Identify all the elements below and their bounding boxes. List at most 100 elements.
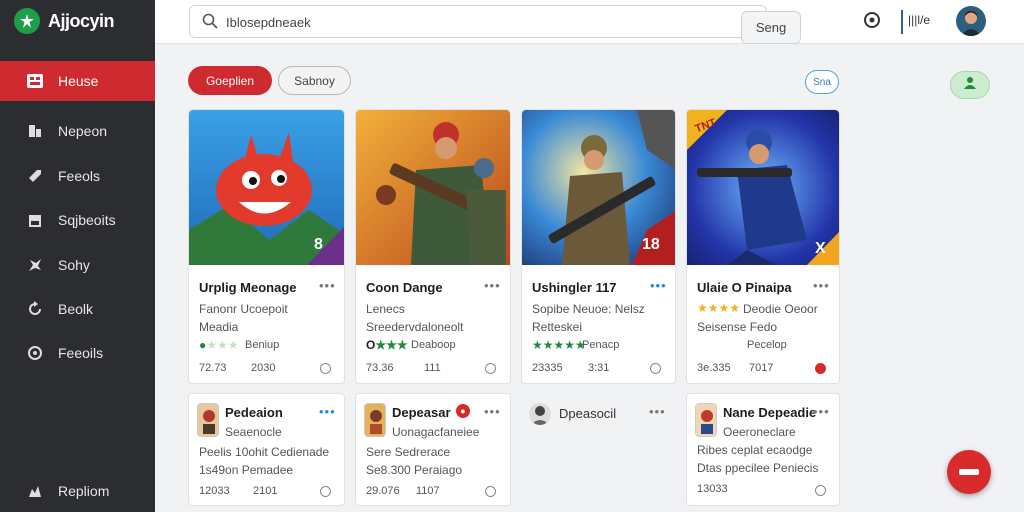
app-name: Ajjocyin: [48, 10, 115, 31]
search-input[interactable]: [226, 12, 696, 32]
rating-stars: ●★★★: [199, 338, 239, 352]
card-description: Ribes ceplat ecaodge: [697, 443, 813, 457]
game-cover-image[interactable]: [356, 110, 510, 265]
list-card[interactable]: Depeasar ● ••• Uonagacfaneiee Sere Sedre…: [355, 393, 511, 506]
sidebar-item-label: Sqjbeoits: [58, 212, 116, 228]
rating-stars: O★★★: [366, 338, 408, 352]
card-description: Sere Sedrerace: [366, 445, 451, 459]
floating-action-button[interactable]: [947, 450, 991, 494]
more-options-icon[interactable]: •••: [484, 404, 501, 419]
card-category: Meadia: [199, 320, 239, 334]
more-options-icon[interactable]: •••: [650, 278, 667, 293]
card-title[interactable]: Coon Dange: [366, 280, 443, 295]
filter-primary-button[interactable]: Goeplien: [188, 66, 272, 95]
more-options-icon[interactable]: •••: [813, 404, 830, 419]
card-title[interactable]: Pedeaion: [225, 405, 283, 420]
sidebar: Ajjocyin Heuse Nepeon Feeols Sqjbeoits S…: [0, 0, 155, 512]
list-card[interactable]: Pedeaion ••• Seaenocle Peelis 10ohit Ced…: [188, 393, 345, 506]
user-label[interactable]: |||l/e: [908, 13, 930, 27]
rating-label: Beniup: [245, 339, 280, 351]
search-box: Seng: [189, 5, 801, 44]
settings-icon: [26, 344, 44, 362]
info-icon[interactable]: [650, 363, 661, 374]
card-subtitle: Uonagacfaneiee: [392, 425, 480, 439]
sidebar-item-label: Feeoils: [58, 345, 104, 361]
card-meta-2: 3:31: [588, 362, 610, 374]
sidebar-item-beolk[interactable]: Beolk: [0, 289, 155, 329]
card-title[interactable]: Urplig Meonage: [199, 280, 297, 295]
sidebar-item-sqjbeoits[interactable]: Sqjbeoits: [0, 200, 155, 240]
alert-icon[interactable]: [815, 363, 826, 374]
card-meta-2: 2030: [251, 362, 276, 374]
card-meta-2: 111: [424, 362, 441, 374]
card-subtitle: Lenecs: [366, 302, 405, 316]
more-options-icon[interactable]: •••: [813, 278, 830, 293]
game-card[interactable]: 18 Ushingler 117 ••• Sopibe Neuoe: Nelsz…: [521, 109, 676, 384]
card-thumbnail: [695, 403, 717, 437]
game-card[interactable]: Coon Dange ••• Lenecs Sreedervdaloneolt …: [355, 109, 511, 384]
card-thumbnail: [364, 403, 386, 437]
list-card[interactable]: Nane Depeadie ••• Oeeroneclare Ribes cep…: [686, 393, 840, 506]
card-title[interactable]: Ushingler 117: [532, 280, 617, 295]
card-detail: 1s49on Pemadee: [199, 463, 294, 477]
notification-icon[interactable]: [863, 11, 881, 34]
sidebar-item-label: Beolk: [58, 301, 94, 317]
more-options-icon[interactable]: •••: [319, 278, 336, 293]
card-thumbnail: [197, 403, 219, 437]
search-button[interactable]: Seng: [741, 11, 801, 44]
card-meta-1: 29.076: [366, 485, 400, 497]
card-description: Peelis 10ohit Cedienade: [199, 445, 330, 459]
sidebar-item-nepeon[interactable]: Nepeon: [0, 111, 155, 151]
card-category: Retteskei: [532, 320, 583, 334]
notification-badge-icon: ●: [456, 404, 470, 418]
top-bar: Seng |||l/e: [155, 0, 1024, 44]
info-icon[interactable]: [320, 363, 331, 374]
card-title[interactable]: Dpeasocil: [559, 406, 616, 421]
badge: 18: [642, 236, 660, 253]
user-icon: [963, 76, 977, 95]
card-subtitle: Sopibe Neuoe: Nelsz: [532, 302, 645, 316]
badge: X: [815, 240, 826, 257]
card-meta-1: 12033: [199, 485, 230, 497]
search-icon: [202, 13, 218, 34]
app-logo[interactable]: Ajjocyin: [14, 6, 115, 36]
card-title[interactable]: Depeasar: [392, 405, 451, 420]
info-icon[interactable]: [815, 485, 826, 496]
card-detail: Dtas ppecilee Peniecis: [697, 461, 819, 475]
sidebar-item-feeoils[interactable]: Feeoils: [0, 333, 155, 373]
user-group-button[interactable]: [950, 71, 990, 99]
card-title[interactable]: Nane Depeadie: [723, 405, 816, 420]
sidebar-item-label: Heuse: [58, 73, 99, 89]
sidebar-item-repliom[interactable]: Repliom: [0, 471, 155, 511]
divider: [901, 10, 903, 34]
chart-icon: [26, 122, 44, 140]
game-card[interactable]: 8 Urplig Meonage ••• Fanonr Ucoepoit Mea…: [188, 109, 345, 384]
card-meta-1: 73.36: [366, 362, 394, 374]
card-subtitle: Seaenocle: [225, 425, 282, 439]
info-icon[interactable]: [485, 363, 496, 374]
card-category: Sreedervdaloneolt: [366, 320, 464, 334]
list-item[interactable]: Dpeasocil •••: [521, 393, 676, 506]
filter-secondary-button[interactable]: Sabnoy: [278, 66, 351, 95]
card-detail: Se8.300 Peraiago: [366, 463, 463, 477]
info-icon[interactable]: [485, 486, 496, 497]
chat-badge[interactable]: Sna: [805, 70, 839, 94]
rating-label: Penacp: [582, 339, 620, 351]
sidebar-item-home[interactable]: Heuse: [0, 61, 155, 101]
minus-icon: [959, 469, 979, 475]
avatar[interactable]: [956, 6, 986, 36]
more-options-icon[interactable]: •••: [649, 404, 666, 419]
card-category: Seisense Fedo: [697, 320, 778, 334]
card-meta-2: 7017: [749, 362, 774, 374]
sidebar-item-feeols[interactable]: Feeols: [0, 156, 155, 196]
grid-icon: [26, 482, 44, 500]
more-options-icon[interactable]: •••: [319, 404, 336, 419]
sidebar-item-label: Sohy: [58, 257, 90, 273]
info-icon[interactable]: [320, 486, 331, 497]
card-meta-1: 3e.335: [697, 362, 731, 374]
game-card[interactable]: TNT X Ulaie O Pinaipa ••• ★★★★ Deodie Oe…: [686, 109, 840, 384]
card-meta-1: 72.73: [199, 362, 227, 374]
sidebar-item-sohy[interactable]: Sohy: [0, 245, 155, 285]
more-options-icon[interactable]: •••: [484, 278, 501, 293]
card-title[interactable]: Ulaie O Pinaipa: [697, 280, 792, 295]
